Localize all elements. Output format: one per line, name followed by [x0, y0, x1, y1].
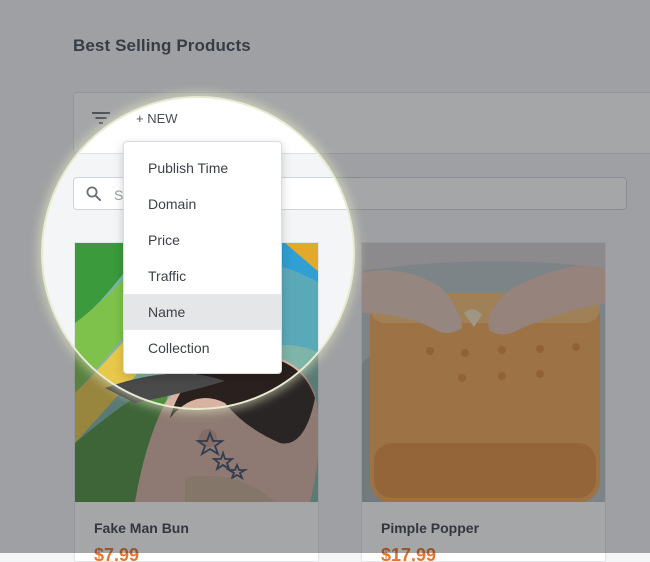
sort-menu: Publish Time Domain Price Traffic Name C…	[123, 141, 282, 374]
new-button[interactable]: + NEW	[136, 111, 178, 126]
product-image-pimple-popper	[362, 243, 605, 502]
product-price: $17.99	[381, 545, 437, 562]
sort-item-domain[interactable]: Domain	[124, 186, 281, 222]
product-name[interactable]: Pimple Popper	[381, 520, 479, 536]
sort-item-publish-time[interactable]: Publish Time	[124, 150, 281, 186]
product-card-pimple-popper[interactable]: Pimple Popper $17.99	[361, 242, 606, 562]
search-icon	[86, 186, 101, 201]
sort-item-price[interactable]: Price	[124, 222, 281, 258]
sort-item-name[interactable]: Name	[124, 294, 281, 330]
product-name[interactable]: Fake Man Bun	[94, 520, 189, 536]
page-title: Best Selling Products	[73, 36, 251, 55]
filter-icon[interactable]	[92, 111, 110, 125]
product-price: $7.99	[94, 545, 140, 562]
sort-item-traffic[interactable]: Traffic	[124, 258, 281, 294]
sort-item-collection[interactable]: Collection	[124, 330, 281, 366]
